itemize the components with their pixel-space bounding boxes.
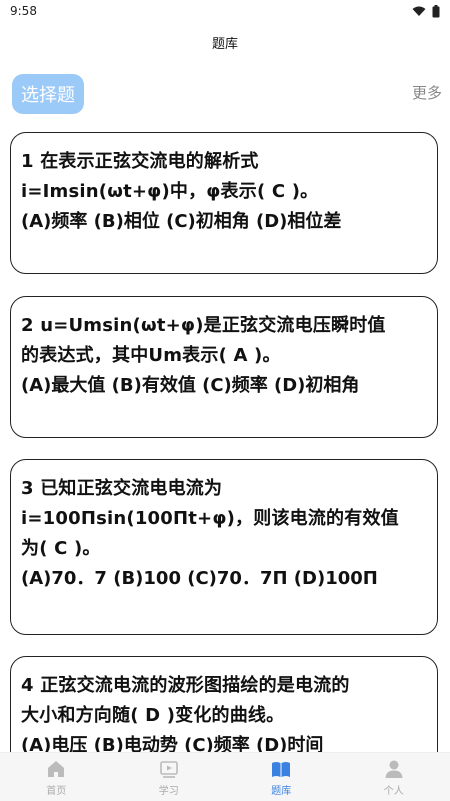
status-bar: 9:58	[0, 0, 450, 22]
question-list[interactable]: 1 在表示正弦交流电的解析式 i=Imsin(ωt+φ)中，φ表示( C )。 …	[0, 132, 450, 752]
question-options: (A)频率 (B)相位 (C)初相角 (D)相位差	[21, 207, 427, 237]
question-options: (A)70．7 (B)100 (C)70．7Π (D)100Π	[21, 564, 427, 594]
home-icon	[45, 758, 67, 780]
bottom-nav: 首页 学习 题库 个人	[0, 752, 450, 801]
battery-icon	[432, 5, 440, 18]
category-chip-choice[interactable]: 选择题	[12, 74, 84, 114]
question-card[interactable]: 3 已知正弦交流电电流为 i=100Πsin(100Πt+φ)，则该电流的有效值…	[10, 459, 438, 635]
question-card[interactable]: 1 在表示正弦交流电的解析式 i=Imsin(ωt+φ)中，φ表示( C )。 …	[10, 132, 438, 274]
book-icon	[270, 758, 292, 780]
question-card[interactable]: 2 u=Umsin(ωt+φ)是正弦交流电压瞬时值 的表达式，其中Um表示( A…	[10, 296, 438, 438]
wifi-icon	[412, 6, 426, 17]
status-icons	[412, 5, 440, 18]
more-link[interactable]: 更多	[412, 82, 442, 103]
nav-item-question-bank[interactable]: 题库	[225, 753, 338, 801]
question-text: 2 u=Umsin(ωt+φ)是正弦交流电压瞬时值 的表达式，其中Um表示( A…	[21, 311, 427, 371]
person-icon	[383, 758, 405, 780]
question-text: 3 已知正弦交流电电流为 i=100Πsin(100Πt+φ)，则该电流的有效值…	[21, 474, 427, 564]
nav-label: 题库	[271, 782, 291, 797]
nav-item-study[interactable]: 学习	[113, 753, 226, 801]
title-bar: 题库	[0, 22, 450, 62]
question-text: 1 在表示正弦交流电的解析式 i=Imsin(ωt+φ)中，φ表示( C )。	[21, 147, 427, 207]
nav-item-home[interactable]: 首页	[0, 753, 113, 801]
status-time: 9:58	[10, 4, 37, 18]
question-options: (A)电压 (B)电动势 (C)频率 (D)时间	[21, 731, 427, 752]
video-icon	[158, 758, 180, 780]
page-title: 题库	[212, 33, 238, 52]
nav-item-profile[interactable]: 个人	[338, 753, 450, 801]
question-text: 4 正弦交流电流的波形图描绘的是电流的 大小和方向随( D )变化的曲线。	[21, 671, 427, 731]
nav-label: 学习	[159, 782, 179, 797]
nav-label: 个人	[384, 782, 404, 797]
nav-label: 首页	[46, 782, 66, 797]
question-card[interactable]: 4 正弦交流电流的波形图描绘的是电流的 大小和方向随( D )变化的曲线。 (A…	[10, 656, 438, 752]
category-row: 选择题 更多	[0, 72, 450, 116]
question-options: (A)最大值 (B)有效值 (C)频率 (D)初相角	[21, 371, 427, 401]
